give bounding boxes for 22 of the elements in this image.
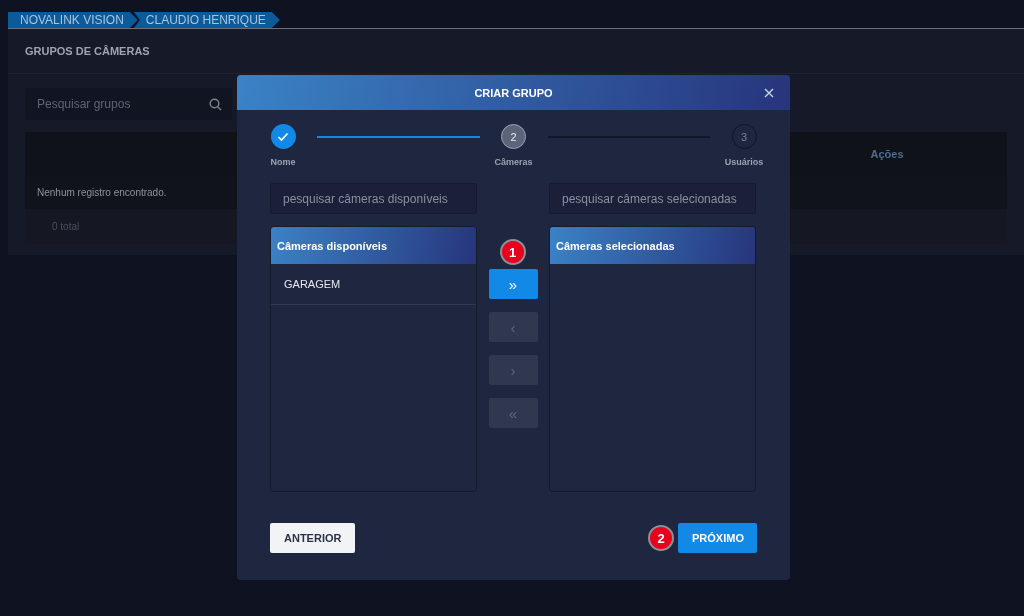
breadcrumb-link[interactable]: NOVALINK VISION [8, 12, 138, 28]
list-header: Câmeras selecionadas [550, 227, 755, 264]
search-field[interactable]: pesquisar câmeras selecionadas [549, 183, 756, 214]
step-label: Câmeras [494, 157, 533, 167]
column-header: Ações [869, 148, 905, 160]
back-button[interactable]: ANTERIOR [270, 523, 356, 553]
next-button[interactable]: PRÓXIMO [678, 523, 757, 553]
transfer-button[interactable]: » [488, 269, 538, 299]
step-label: Usuários [724, 157, 764, 167]
step-badge: 2 [648, 525, 674, 551]
search-field[interactable]: pesquisar câmeras disponíveis [270, 183, 477, 214]
step-indicator: 2 [501, 124, 526, 149]
page-title: GRUPOS DE CÂMERAS [8, 29, 1024, 74]
close-button[interactable] [762, 86, 776, 100]
step-label: Nome [270, 157, 296, 167]
dialog-title: CRIAR GRUPO [474, 86, 553, 99]
breadcrumb-link[interactable]: CLAUDIO HENRIQUE [133, 12, 280, 28]
step-badge: 1 [499, 239, 526, 265]
list-header: Câmeras disponíveis [271, 227, 476, 264]
search-icon[interactable] [209, 98, 222, 111]
search-field[interactable]: Pesquisar grupos [25, 88, 232, 120]
list-item[interactable]: GARAGEM [271, 264, 476, 305]
